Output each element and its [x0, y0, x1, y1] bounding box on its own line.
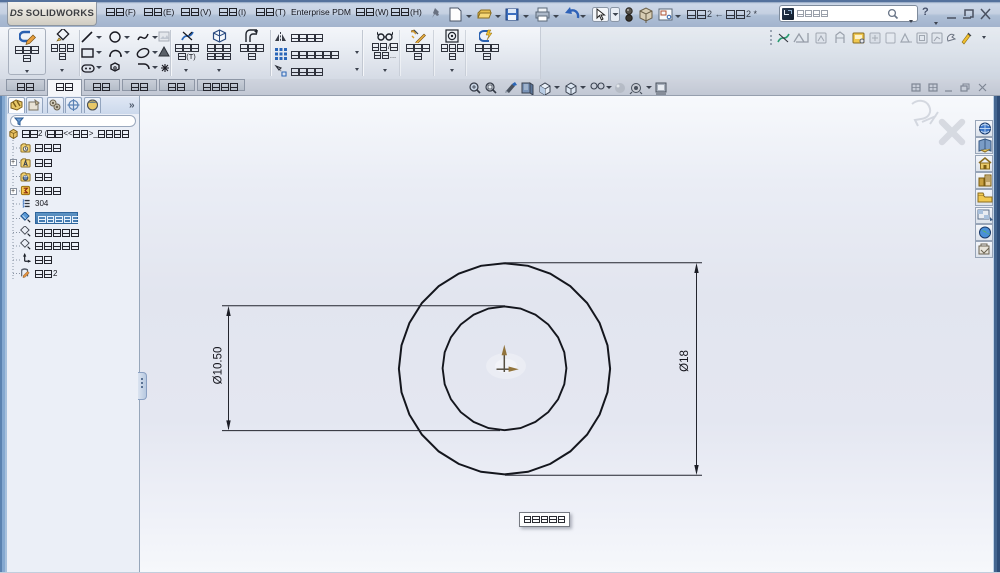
svg-text:Ø10.50: Ø10.50 — [213, 347, 225, 385]
svg-text:Ø18: Ø18 — [679, 350, 691, 372]
